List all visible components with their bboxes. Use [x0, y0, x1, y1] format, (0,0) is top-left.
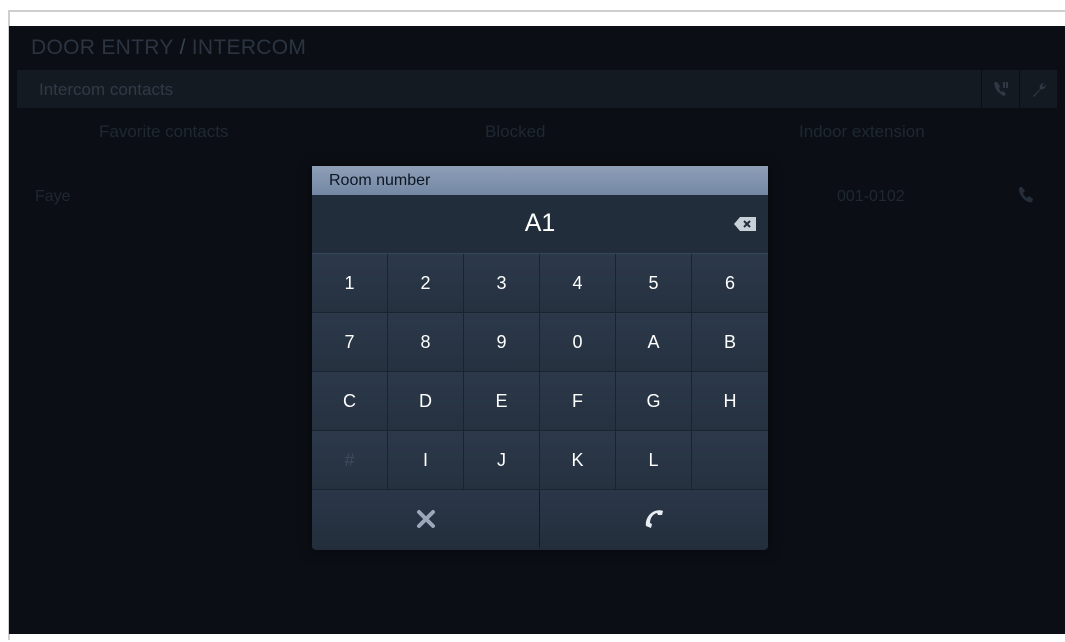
app-title-right: INTERCOM [191, 36, 307, 59]
key-2[interactable]: 2 [388, 254, 464, 313]
keypad: 1 2 3 4 5 6 7 8 9 0 A B C D E F G H # I … [312, 254, 768, 490]
tab-indoor-extension[interactable]: Indoor extension [799, 122, 925, 142]
tab-blocked[interactable]: Blocked [485, 122, 545, 142]
room-number-value: A1 [524, 209, 556, 237]
key-i[interactable]: I [388, 431, 464, 490]
contact-tabs: Favorite contacts Blocked Indoor extensi… [17, 122, 1057, 156]
key-f[interactable]: F [540, 372, 616, 431]
key-k[interactable]: K [540, 431, 616, 490]
key-1[interactable]: 1 [312, 254, 388, 313]
phone-icon[interactable] [1015, 184, 1037, 206]
key-b[interactable]: B [692, 313, 768, 372]
handset-icon [645, 510, 663, 528]
intercom-screen: DOOR ENTRY / INTERCOM Intercom contacts Fa… [9, 26, 1065, 634]
header-bar: Intercom contacts [17, 70, 1057, 108]
key-h[interactable]: H [692, 372, 768, 431]
key-4[interactable]: 4 [540, 254, 616, 313]
room-number-display: A1 [312, 195, 768, 254]
wrench-icon [1033, 83, 1046, 97]
contact-name: Faye [35, 188, 71, 205]
header-title: Intercom contacts [39, 80, 174, 99]
tab-favorite-contacts[interactable]: Favorite contacts [99, 122, 228, 142]
phone-list-icon [994, 82, 1008, 96]
key-8[interactable]: 8 [388, 313, 464, 372]
key-3[interactable]: 3 [464, 254, 540, 313]
key-7[interactable]: 7 [312, 313, 388, 372]
key-a[interactable]: A [616, 313, 692, 372]
dialog-actions [312, 490, 768, 548]
app-title-separator: / [179, 36, 186, 59]
backspace-icon[interactable] [734, 217, 756, 231]
key-c[interactable]: C [312, 372, 388, 431]
key-hash[interactable]: # [312, 431, 388, 490]
dialog-title: Room number [312, 166, 768, 195]
room-number-dialog: Room number A1 1 2 3 4 5 6 7 8 9 0 A B C… [312, 166, 768, 550]
key-9[interactable]: 9 [464, 313, 540, 372]
app-title: DOOR ENTRY / INTERCOM [31, 36, 306, 60]
app-title-left: DOOR ENTRY [31, 36, 174, 59]
cancel-button[interactable] [312, 490, 540, 548]
key-0[interactable]: 0 [540, 313, 616, 372]
key-l[interactable]: L [616, 431, 692, 490]
key-5[interactable]: 5 [616, 254, 692, 313]
key-j[interactable]: J [464, 431, 540, 490]
key-6[interactable]: 6 [692, 254, 768, 313]
key-d[interactable]: D [388, 372, 464, 431]
close-icon [416, 510, 435, 528]
contact-extension: 001-0102 [837, 188, 905, 205]
call-button[interactable] [540, 490, 768, 548]
call-log-button[interactable] [981, 70, 1020, 108]
key-g[interactable]: G [616, 372, 692, 431]
settings-button[interactable] [1019, 70, 1058, 108]
key-e[interactable]: E [464, 372, 540, 431]
key-empty [692, 431, 768, 490]
